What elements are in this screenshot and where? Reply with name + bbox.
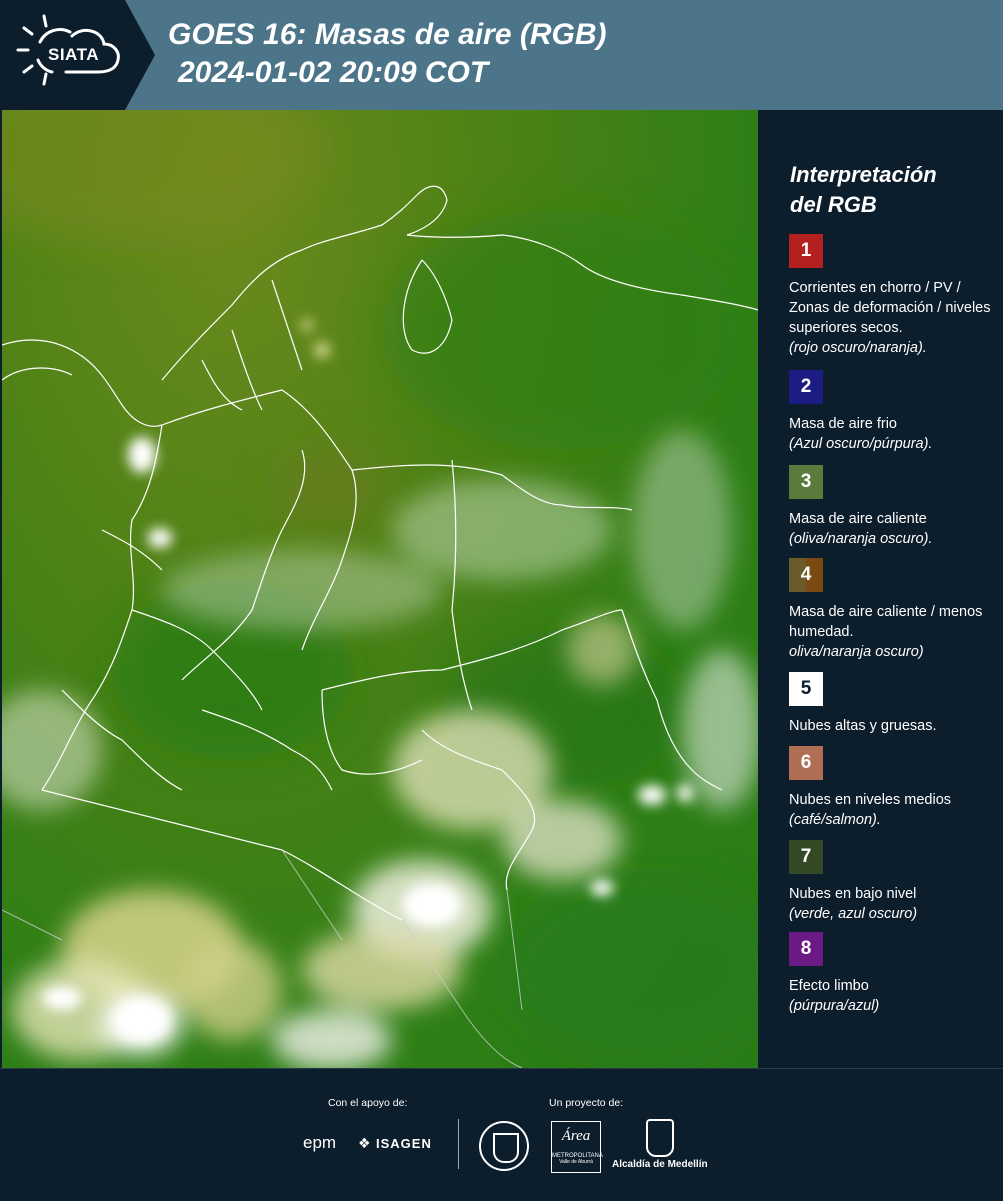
isagen-logo: ISAGEN	[376, 1136, 432, 1151]
support-label: Con el apoyo de:	[328, 1097, 408, 1109]
metro-logo-line-1: Área	[561, 1128, 591, 1144]
legend-note-3: (oliva/naranja oscuro).	[789, 531, 933, 547]
legend-item-2: 2 Masa de aire frio (Azul oscuro/púrpura…	[789, 370, 994, 454]
legend-swatch-7: 7	[789, 840, 823, 874]
legend-desc-6: Nubes en niveles medios (café/salmon).	[789, 790, 994, 830]
legend-swatch-8: 8	[789, 932, 823, 966]
legend-title-line-1: Interpretación	[790, 162, 937, 187]
legend-item-3: 3 Masa de aire caliente (oliva/naranja o…	[789, 465, 994, 549]
legend-note-6: (café/salmon).	[789, 812, 881, 828]
legend-swatch-5: 5	[789, 672, 823, 706]
legend-item-7: 7 Nubes en bajo nivel (verde, azul oscur…	[789, 840, 994, 924]
satellite-image	[2, 110, 758, 1068]
epm-logo: epm	[303, 1133, 337, 1152]
footer-divider	[458, 1119, 459, 1169]
legend-title: Interpretación del RGB	[790, 160, 990, 220]
legend-text-2: Masa de aire frio	[789, 416, 897, 432]
legend-text-3: Masa de aire caliente	[789, 511, 927, 527]
area-metropolitana-logo: Área METROPOLITANA Valle de Aburrá	[551, 1121, 603, 1173]
legend-panel: Interpretación del RGB 1 Corrientes en c…	[760, 110, 1003, 1068]
satellite-map-graphic	[2, 110, 758, 1068]
metro-logo-line-3: Valle de Aburrá	[559, 1159, 593, 1165]
legend-swatch-1: 1	[789, 234, 823, 268]
siata-logo: SIATA	[0, 0, 155, 110]
title-line-2: 2024-01-02 20:09 COT	[178, 56, 489, 89]
legend-note-4: oliva/naranja oscuro)	[789, 644, 924, 660]
legend-desc-2: Masa de aire frio (Azul oscuro/púrpura).	[789, 414, 994, 454]
legend-note-2: (Azul oscuro/púrpura).	[789, 436, 933, 452]
legend-text-4: Masa de aire caliente / menos humedad.	[789, 604, 983, 640]
medellin-seal-icon	[479, 1121, 529, 1171]
alcaldia-logo-text: Alcaldía de Medellín	[612, 1159, 708, 1170]
page-title: GOES 16: Masas de aire (RGB) 2024-01-02 …	[168, 16, 607, 92]
legend-text-7: Nubes en bajo nivel	[789, 886, 917, 902]
legend-swatch-3: 3	[789, 465, 823, 499]
alcaldia-shield-icon	[646, 1119, 674, 1157]
legend-item-5: 5 Nubes altas y gruesas.	[789, 672, 994, 736]
legend-desc-3: Masa de aire caliente (oliva/naranja osc…	[789, 509, 994, 549]
legend-desc-1: Corrientes en chorro / PV / Zonas de def…	[789, 278, 994, 358]
legend-item-1: 1 Corrientes en chorro / PV / Zonas de d…	[789, 234, 994, 358]
legend-item-4: 4 Masa de aire caliente / menos humedad.…	[789, 558, 994, 662]
legend-title-line-2: del RGB	[790, 192, 877, 217]
legend-text-8: Efecto limbo	[789, 978, 869, 994]
legend-text-5: Nubes altas y gruesas.	[789, 718, 937, 734]
legend-text-1: Corrientes en chorro / PV / Zonas de def…	[789, 280, 991, 336]
legend-desc-5: Nubes altas y gruesas.	[789, 716, 994, 736]
legend-item-8: 8 Efecto limbo (púrpura/azul)	[789, 932, 994, 1016]
legend-desc-8: Efecto limbo (púrpura/azul)	[789, 976, 994, 1016]
legend-desc-4: Masa de aire caliente / menos humedad. o…	[789, 602, 994, 662]
title-line-1: GOES 16: Masas de aire (RGB)	[168, 18, 607, 51]
legend-desc-7: Nubes en bajo nivel (verde, azul oscuro)	[789, 884, 994, 924]
legend-text-6: Nubes en niveles medios	[789, 792, 952, 808]
legend-item-6: 6 Nubes en niveles medios (café/salmon).	[789, 746, 994, 830]
legend-note-8: (púrpura/azul)	[789, 998, 880, 1014]
legend-swatch-6: 6	[789, 746, 823, 780]
legend-note-1: (rojo oscuro/naranja).	[789, 340, 927, 356]
siata-logo-text: SIATA	[48, 45, 99, 64]
footer: Con el apoyo de: Un proyecto de: epm ❖ I…	[0, 1068, 1003, 1201]
legend-swatch-4: 4	[789, 558, 823, 592]
legend-swatch-2: 2	[789, 370, 823, 404]
project-label: Un proyecto de:	[549, 1097, 624, 1109]
legend-note-7: (verde, azul oscuro)	[789, 906, 918, 922]
isagen-icon: ❖	[358, 1135, 371, 1151]
header-bar: SIATA GOES 16: Masas de aire (RGB) 2024-…	[0, 0, 1003, 110]
